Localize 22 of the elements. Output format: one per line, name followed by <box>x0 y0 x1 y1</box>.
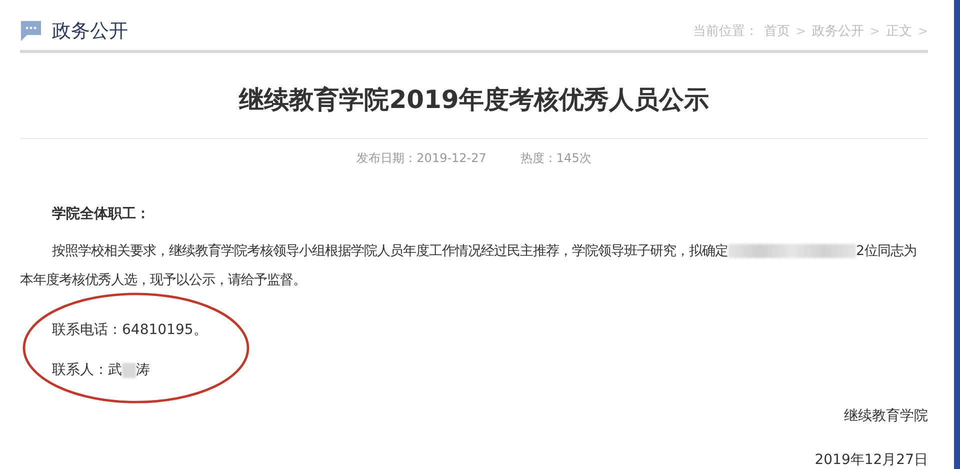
section-title: 政务公开 <box>52 19 128 44</box>
paragraph-text: 按照学校相关要求，继续教育学院考核领导小组根据学院人员年度工作情况经过民主推荐，学院领导班子研究，拟确定 <box>52 244 728 259</box>
salutation: 学院全体职工： <box>52 205 151 223</box>
publish-date: 发布日期：2019-12-27 <box>356 150 486 167</box>
signature-date: 2019年12月27日 <box>814 452 928 468</box>
contact-person: 涛 <box>136 362 150 378</box>
view-count: 热度：145次 <box>520 150 592 167</box>
paragraph-text: 2位同志为 <box>856 244 917 259</box>
breadcrumb-separator: > <box>918 24 928 38</box>
redaction-mark <box>122 362 136 378</box>
paragraph-text: 本年度考核优秀人选，现予以公示，请给予监督。 <box>20 273 306 288</box>
breadcrumb-link[interactable]: 正文 <box>886 22 912 40</box>
contact-phone: 联系电话：64810195。 <box>52 321 208 339</box>
breadcrumb-separator: > <box>796 24 806 38</box>
chat-bubble-icon <box>20 20 42 42</box>
breadcrumb-link[interactable]: 政务公开 <box>812 22 864 40</box>
signature: 继续教育学院 <box>844 408 928 424</box>
article-title: 继续教育学院2019年度考核优秀人员公示 <box>20 53 928 139</box>
breadcrumb-separator: > <box>870 24 880 38</box>
breadcrumb-link[interactable]: 首页 <box>764 22 790 40</box>
breadcrumb-label: 当前位置： <box>692 23 758 40</box>
contact-person: 联系人：武 <box>52 362 122 378</box>
